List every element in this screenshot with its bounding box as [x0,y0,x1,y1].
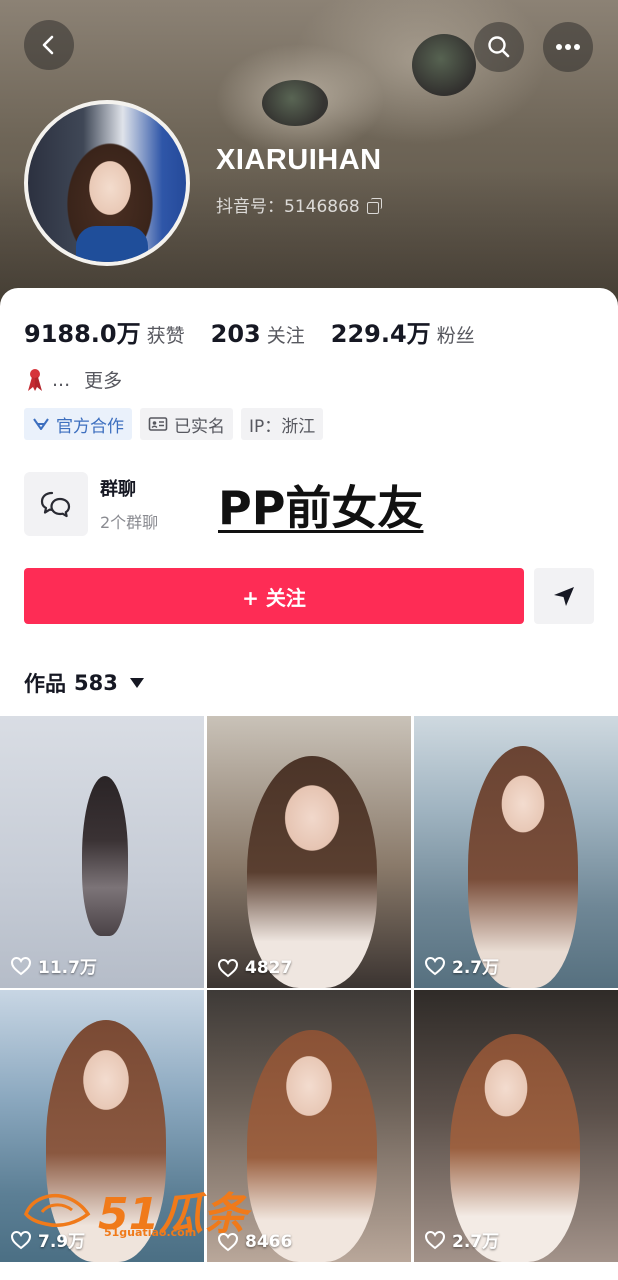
group-chat-icon [40,491,71,518]
profile-nickname: XIARUIHAN [216,144,382,176]
stat-followers[interactable]: 229.4万 粉丝 [331,314,475,349]
bio-row[interactable]: ... 更多 [24,366,122,393]
search-icon [488,36,510,58]
profile-card: 9188.0万 获赞 203 关注 229.4万 粉丝 ... 更多 官方合作 [0,288,618,1280]
tag-ip-label: IP：浙江 [249,416,316,437]
video-like-count: 4827 [245,958,293,978]
follow-button-label: + 关注 [242,585,306,610]
video-tile[interactable]: 2.7万 [414,716,618,988]
profile-avatar[interactable] [24,100,190,266]
profile-tags: 官方合作 已实名 IP：浙江 [24,408,324,440]
caret-down-icon [129,678,144,688]
copy-icon[interactable] [366,197,382,214]
official-cooperation-icon [33,418,49,430]
red-ribbon-icon [28,368,42,391]
more-dots-icon [556,44,580,50]
site-watermark: 51瓜条 51guatiao.com [22,1178,247,1242]
stat-followers-value: 229.4万 [330,320,431,348]
heart-icon [217,958,239,978]
tag-verified-label: 已实名 [174,416,225,437]
bio-ellipsis: ... [52,368,71,391]
video-tile[interactable]: 4827 [207,716,411,988]
group-chat-icon-box [24,472,88,536]
bio-more-link[interactable]: 更多 [84,366,122,393]
heart-icon [424,1230,446,1249]
chevron-left-icon [42,35,54,55]
group-chat-entry[interactable]: 群聊 2个群聊 [24,472,158,536]
follow-button[interactable]: + 关注 [24,568,524,624]
tag-official-label: 官方合作 [56,416,124,437]
works-label: 作品 [24,672,66,696]
tag-official-cooperation[interactable]: 官方合作 [24,408,132,440]
douyin-id-text: 抖音号：5146868 [216,197,360,217]
stat-following-label: 关注 [266,325,305,347]
group-chat-count: 2个群聊 [100,513,159,532]
stat-following[interactable]: 203 关注 [211,320,305,348]
overlay-caption: PP前女友 [218,481,424,535]
video-like-count: 11.7万 [38,958,97,978]
banner-cat-eye-right [412,34,476,96]
send-message-button[interactable] [534,568,594,624]
stat-likes-label: 获赞 [146,325,185,347]
stat-likes[interactable]: 9188.0万 获赞 [24,314,185,349]
stat-likes-value: 9188.0万 [24,320,141,348]
watermark-logo-icon [24,1193,91,1227]
video-tile[interactable]: 2.7万 [414,990,618,1262]
search-button[interactable] [474,22,524,72]
video-like-count: 8466 [245,1232,293,1252]
group-chat-title: 群聊 [100,479,136,500]
tag-ip-location: IP：浙江 [241,408,324,440]
id-card-icon [148,417,168,431]
stat-followers-label: 粉丝 [436,325,475,347]
heart-icon [424,956,446,975]
back-button[interactable] [24,20,74,70]
video-tile[interactable]: 11.7万 [0,716,204,988]
tag-verified-name: 已实名 [140,408,233,440]
more-options-button[interactable] [543,22,593,72]
works-tab[interactable]: 作品 583 [24,668,144,698]
watermark-subtext: 51guatiao.com [104,1226,197,1239]
send-icon [554,587,574,606]
heart-icon [10,956,32,975]
douyin-id-row[interactable]: 抖音号：5146868 [216,192,382,217]
video-like-count: 2.7万 [452,1232,500,1252]
banner-cat-eye-left [262,80,328,126]
works-count: 583 [74,671,118,695]
profile-stats: 9188.0万 获赞 203 关注 229.4万 粉丝 [24,314,501,349]
stat-following-value: 203 [210,320,261,348]
video-like-count: 2.7万 [452,958,500,978]
